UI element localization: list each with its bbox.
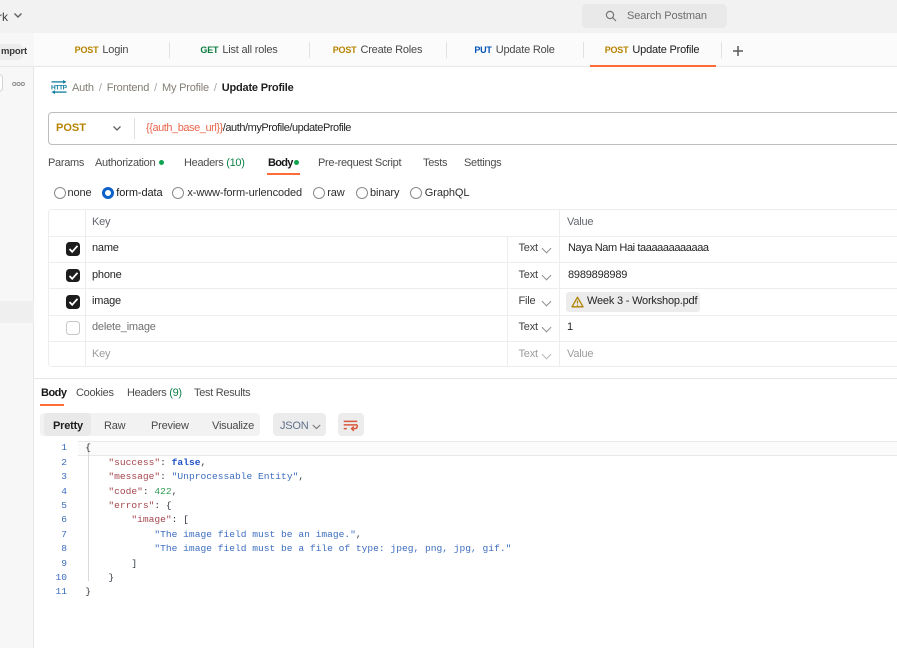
svg-text:HTTP: HTTP xyxy=(51,84,67,91)
